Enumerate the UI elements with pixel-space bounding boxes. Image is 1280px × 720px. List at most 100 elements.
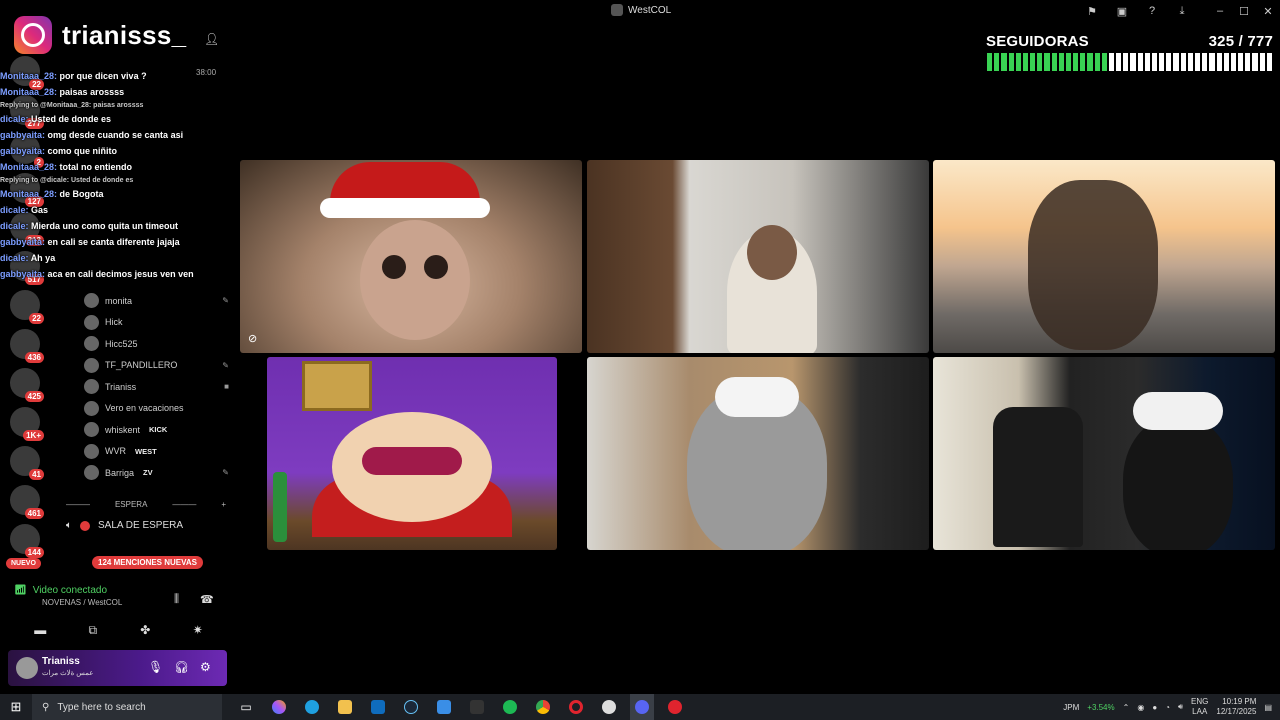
server-icon[interactable]: 41 (10, 446, 44, 480)
video-tile-5[interactable] (587, 357, 929, 550)
clock[interactable]: 10:19 PM 12/17/2025 (1216, 697, 1256, 717)
chat-username: dicale: (0, 114, 29, 124)
member-tag: ZV (143, 468, 153, 478)
server-icon[interactable]: 144 (10, 524, 44, 558)
new-badge[interactable]: NUEVO (6, 558, 41, 569)
member-item[interactable]: Barriga ZV ✎ (84, 462, 229, 484)
download-icon[interactable]: ⤓ (1174, 3, 1190, 19)
member-status-icon: ✎ (222, 468, 229, 478)
member-item[interactable]: whiskent KICK (84, 419, 229, 441)
chat-text: por que dicen viva ? (59, 71, 147, 81)
video-tile-1[interactable]: ⊘ (240, 160, 582, 353)
cast-icon[interactable]: ▣ (1114, 3, 1130, 19)
settings-app-icon[interactable] (465, 694, 489, 720)
activities-icon[interactable]: ✤ (128, 620, 162, 640)
member-item[interactable]: Vero en vacaciones (84, 398, 229, 420)
progress-segment (1001, 53, 1007, 71)
windows-start-icon[interactable]: ⊞ (0, 694, 32, 720)
clock-time: 10:19 PM (1222, 697, 1257, 706)
mic-tray-icon[interactable]: ● (1152, 703, 1157, 712)
progress-segment (1123, 53, 1129, 71)
progress-segment (1187, 53, 1193, 71)
unread-badge: 425 (24, 391, 44, 402)
server-icon[interactable]: 461 (10, 485, 44, 519)
video-tile-4[interactable] (267, 357, 557, 550)
followers-label: SEGUIDORAS (986, 33, 1089, 50)
server-icon[interactable]: 425 (10, 368, 44, 402)
outlook-icon[interactable] (366, 694, 390, 720)
avatar (84, 293, 99, 309)
member-item[interactable]: monita ✎ (84, 290, 229, 312)
progress-segment (1108, 53, 1115, 71)
streamlabs-icon[interactable] (663, 694, 687, 720)
progress-segment (1159, 53, 1165, 71)
github-icon[interactable] (597, 694, 621, 720)
copilot-icon[interactable] (267, 694, 291, 720)
add-friend-icon[interactable]: 👤︎ (204, 32, 219, 46)
member-item[interactable]: WVR WEST (84, 441, 229, 463)
add-channel-icon[interactable]: + (221, 500, 226, 509)
server-icon[interactable]: 22 (10, 290, 44, 324)
help-icon[interactable]: ? (1144, 3, 1160, 19)
chat-text: Mierda uno como quita un timeout (31, 221, 179, 231)
member-status-icon: ■ (224, 382, 229, 392)
task-view-icon[interactable]: ▭ (234, 694, 258, 720)
language-indicator[interactable]: ENG LAA (1191, 697, 1208, 717)
chat-username: gabbyaita: (0, 130, 46, 140)
progress-segment (1259, 53, 1265, 71)
espera-category[interactable]: ——— ESPERA ——— + (66, 500, 226, 509)
unread-badge: 41 (29, 469, 44, 480)
video-tile-6[interactable] (933, 357, 1275, 550)
streamer-figure (727, 225, 817, 353)
edge-icon[interactable] (300, 694, 324, 720)
file-explorer-icon[interactable] (333, 694, 357, 720)
person-figure (687, 377, 827, 550)
headphones-icon[interactable]: 🎧︎ (174, 660, 189, 674)
close-button[interactable]: ✕ (1256, 0, 1280, 22)
steam-icon[interactable] (399, 694, 423, 720)
settings-icon[interactable]: ⚙ (200, 660, 211, 674)
video-tile-3[interactable] (933, 160, 1275, 353)
volume-icon[interactable]: 🔊︎ (1178, 702, 1183, 712)
microphone-icon[interactable]: 🎙︎ (148, 660, 163, 674)
wifi-icon[interactable]: ◔ (1165, 703, 1170, 712)
opera-icon[interactable] (564, 694, 588, 720)
mentions-badge[interactable]: 124 MENCIONES NUEVAS (92, 556, 203, 569)
avatar (84, 379, 99, 395)
chat-username: Monitaaa_28: (0, 87, 58, 97)
voice-channel-sala[interactable]: 🔈︎ SALA DE ESPERA (66, 520, 183, 531)
chrome-icon[interactable] (531, 694, 555, 720)
store-icon[interactable] (432, 694, 456, 720)
maximize-button[interactable]: ☐ (1232, 0, 1256, 22)
notifications-icon[interactable]: ▤ (1264, 703, 1272, 712)
spotify-icon[interactable] (498, 694, 522, 720)
chevron-up-icon[interactable]: ⌃ (1123, 703, 1130, 712)
signal-icon: 📶︎ (14, 585, 27, 596)
chat-reply-line: Replying to @dicale: Usted de donde es (0, 177, 134, 184)
soundwave-icon[interactable]: ⫼ (174, 593, 179, 606)
chat-username: dicale: (0, 205, 29, 215)
disconnect-icon[interactable]: ☎ (200, 593, 214, 606)
discord-icon[interactable] (630, 694, 654, 720)
video-tile-2[interactable] (587, 160, 929, 353)
stock-ticker[interactable]: JPM (1063, 703, 1079, 712)
screen-share-icon[interactable]: ⧉ (76, 620, 110, 640)
server-icon[interactable]: 436 (10, 329, 44, 363)
taskbar-search[interactable]: ⚲ Type here to search (32, 694, 222, 720)
member-item[interactable]: Hicc525 (84, 333, 229, 355)
camera-icon[interactable]: ▬ (23, 620, 57, 640)
avatar[interactable] (16, 657, 38, 679)
flag-icon[interactable]: ⚑ (1084, 3, 1100, 19)
member-item[interactable]: Trianiss ■ (84, 376, 229, 398)
bottle (273, 472, 287, 542)
lang-secondary: LAA (1192, 707, 1208, 716)
network-icon[interactable]: ◉ (1137, 703, 1144, 712)
member-item[interactable]: TF_PANDILLERO ✎ (84, 355, 229, 377)
instagram-icon (14, 16, 52, 54)
member-item[interactable]: Hick (84, 312, 229, 334)
minimize-button[interactable]: – (1208, 0, 1232, 22)
server-icon[interactable]: 1K+ (10, 407, 44, 441)
soundboard-icon[interactable]: ✷ (181, 620, 215, 640)
progress-segment (1130, 53, 1136, 71)
user-panel[interactable]: Trianiss عمس ةلاث مرات 🎙︎ 🎧︎ ⚙ (8, 650, 227, 686)
